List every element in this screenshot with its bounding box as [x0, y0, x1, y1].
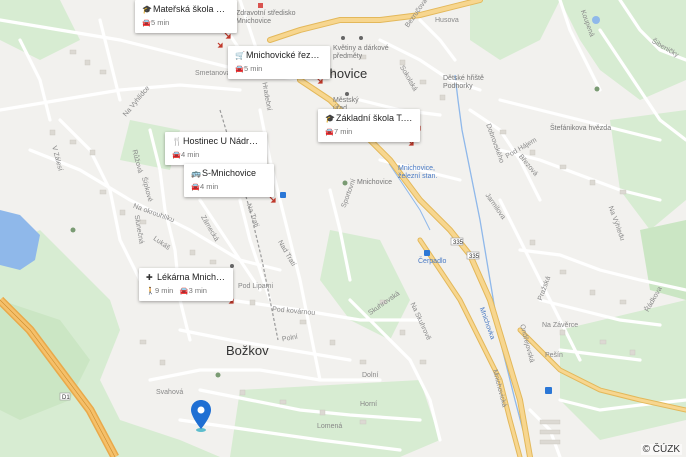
- card-title: Mateřská škola M...: [153, 4, 230, 14]
- tree-poi: [70, 227, 76, 233]
- street-label: Na Závěrce: [542, 322, 579, 329]
- car-icon: 🚘: [235, 66, 244, 73]
- street-label: Pešín: [545, 352, 563, 359]
- poi-card-zakladni-skola[interactable]: 🎓Základní škola T. ... 🚘7 min: [318, 109, 420, 142]
- road-shield-d1: D1: [62, 395, 70, 401]
- hospital-poi: [258, 3, 263, 8]
- street-label: Lomená: [317, 423, 343, 430]
- card-title: Mnichovické řezn...: [246, 50, 323, 60]
- street-label: Svahová: [156, 389, 184, 396]
- street-label: Dolní: [362, 372, 379, 379]
- road-shield-335-a: 335: [453, 240, 464, 246]
- poi-zdravotni-stredisko: Zdravotní středisko Mnichovice: [236, 10, 296, 25]
- place-label-bozkov: Božkov: [226, 343, 269, 358]
- cart-icon: 🛒: [235, 51, 245, 60]
- car-icon: 🚘: [191, 184, 200, 191]
- restaurant-icon: 🍴: [172, 137, 182, 146]
- map-copyright: © ČÚZK: [640, 444, 682, 455]
- card-drive-time: 3 min: [188, 286, 207, 295]
- road-shield-335-b: 335: [469, 254, 480, 260]
- location-pin-icon[interactable]: [189, 399, 213, 433]
- poi-kvetiny: Květiny a dárkové předměty: [333, 45, 389, 60]
- school-icon: 🎓: [142, 5, 152, 14]
- card-drive-time: 5 min: [151, 18, 170, 27]
- card-title: Základní škola T. ...: [336, 113, 413, 123]
- poi-mnichovice-small: Mnichovice: [357, 179, 393, 186]
- poi-detske-hriste: Dětské hřiště Podhorky: [443, 75, 484, 90]
- poi-stefanikova: Štefánikova hvězda: [550, 125, 612, 132]
- card-title: S-Mnichovice: [202, 168, 257, 178]
- card-title: Hostinec U Nádraží: [183, 136, 260, 146]
- card-drive-time: 4 min: [181, 150, 200, 159]
- card-drive-time: 4 min: [200, 182, 219, 191]
- card-drive-time: 7 min: [334, 127, 353, 136]
- walk-icon: 🚶: [146, 288, 155, 295]
- map-view[interactable]: 335 335 D1 nichovice Božkov Zdravotní st…: [0, 0, 686, 457]
- poi-card-reznictvi[interactable]: 🛒Mnichovické řezn... 🚘5 min: [228, 46, 330, 79]
- street-label: Husova: [435, 17, 459, 24]
- street-label: Pod Lipami: [238, 283, 274, 290]
- street-label: Smetanova: [195, 70, 231, 77]
- street-label: Horní: [360, 401, 378, 408]
- poi-card-hostinec[interactable]: 🍴Hostinec U Nádraží 🚘4 min: [165, 132, 267, 165]
- car-icon: 🚘: [325, 129, 334, 136]
- pharmacy-icon: ✚: [146, 273, 153, 282]
- poi-card-lekarna[interactable]: ✚ Lékárna Mnichovi... 🚶9 min 🚘3 min: [139, 268, 233, 301]
- school-icon: 🎓: [325, 114, 335, 123]
- car-icon: 🚘: [142, 20, 151, 27]
- card-drive-time: 5 min: [244, 64, 263, 73]
- card-walk-time: 9 min: [155, 286, 174, 295]
- poi-card-s-mnichovice[interactable]: 🚌S-Mnichovice 🚘4 min: [184, 164, 274, 197]
- transit-icon: [280, 192, 286, 198]
- poi-cerpadlo: Čerpadlo: [418, 258, 447, 265]
- car-icon: 🚘: [172, 152, 181, 159]
- car-icon: 🚘: [179, 288, 189, 295]
- bus-icon: 🚌: [191, 169, 201, 178]
- poi-card-materska-skola[interactable]: 🎓Mateřská škola M... 🚘5 min: [135, 0, 237, 33]
- poi-mnichovice-zeleznice: Mnichovice, železní stan.: [398, 165, 438, 180]
- fuel-icon: [424, 250, 430, 256]
- parking-icon: [545, 387, 552, 394]
- card-title: Lékárna Mnichovi...: [157, 272, 226, 282]
